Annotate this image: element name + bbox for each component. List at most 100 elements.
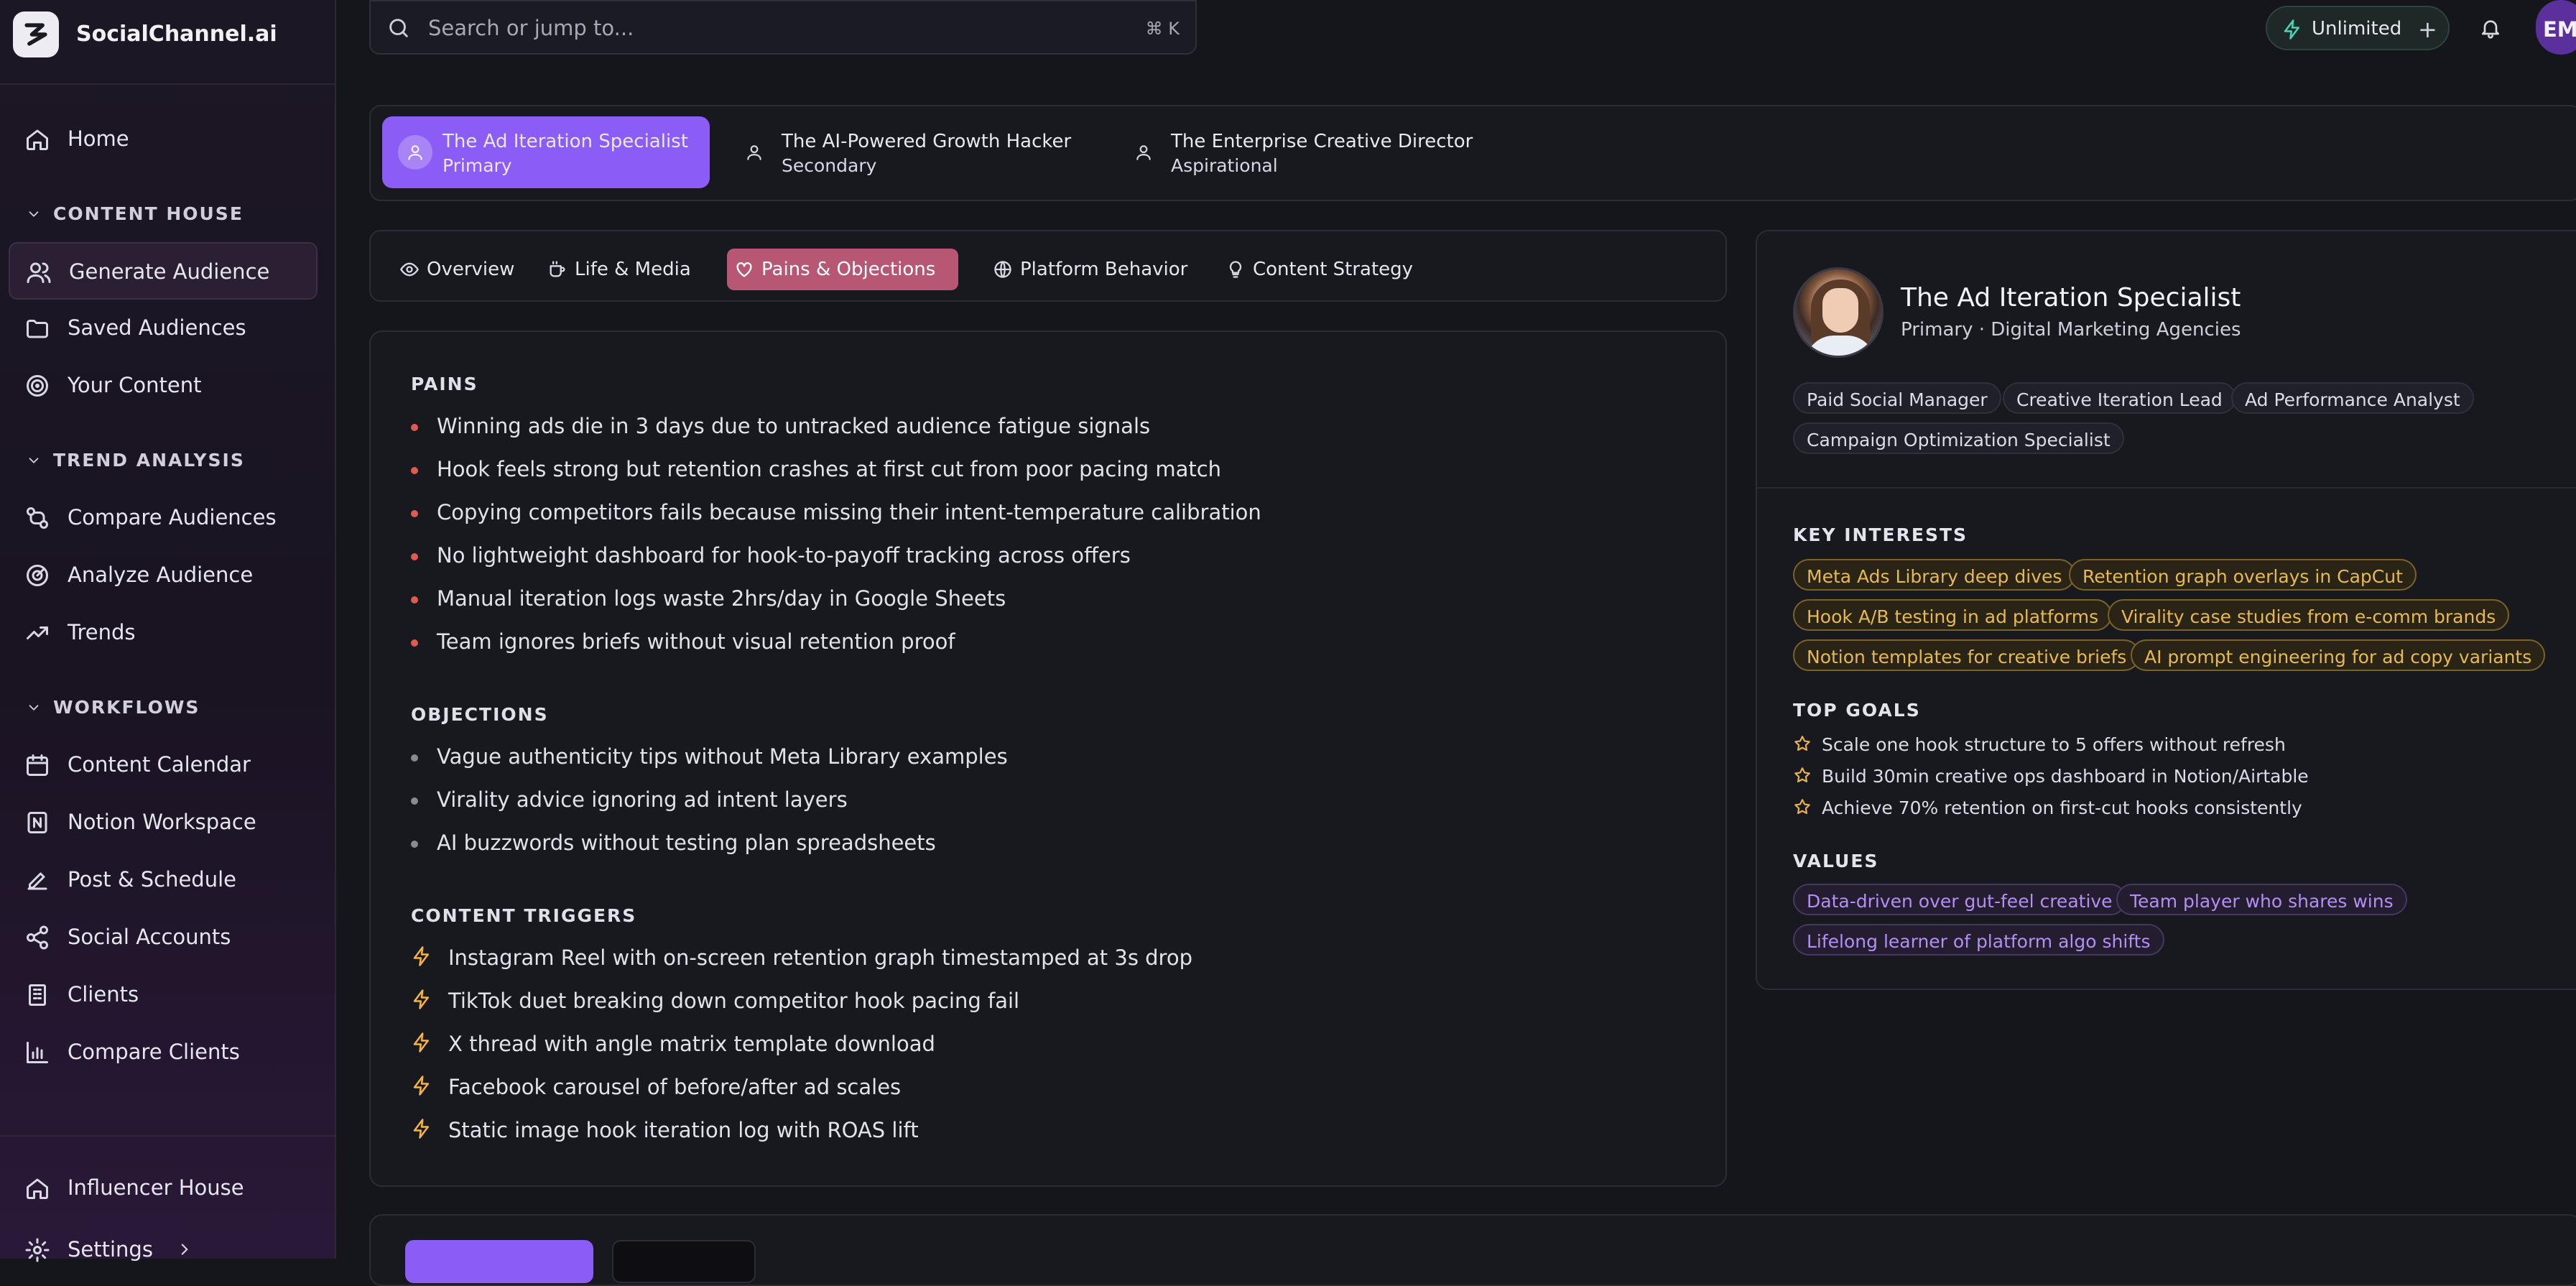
nav-home[interactable]: Home bbox=[9, 111, 318, 168]
interests-heading: KEY INTERESTS bbox=[1793, 524, 1968, 545]
persona-subtitle: Primary · Digital Marketing Agencies bbox=[1901, 319, 2241, 341]
edit-icon bbox=[24, 867, 50, 893]
nav-label: Clients bbox=[68, 982, 139, 1007]
persona-tab-primary[interactable]: The Ad Iteration Specialist Primary bbox=[382, 116, 710, 188]
plus-icon: + bbox=[2418, 16, 2437, 43]
persona-subtitle: Aspirational bbox=[1171, 155, 1278, 176]
nav-trends[interactable]: Trends bbox=[9, 604, 318, 662]
calendar-icon bbox=[24, 752, 50, 778]
nav-social-accounts[interactable]: Social Accounts bbox=[9, 909, 318, 966]
nav-label: Analyze Audience bbox=[68, 563, 254, 587]
value-chip: Team player who shares wins bbox=[2116, 884, 2407, 915]
role-chip: Ad Performance Analyst bbox=[2231, 382, 2474, 414]
radar-icon bbox=[24, 563, 50, 588]
plan-button[interactable]: Unlimited + bbox=[2266, 6, 2450, 50]
heart-icon bbox=[734, 259, 754, 279]
tab-content-strategy[interactable]: Content Strategy bbox=[1218, 249, 1419, 290]
pain-text: Team ignores briefs without visual reten… bbox=[437, 629, 955, 654]
primary-action-button[interactable] bbox=[405, 1240, 593, 1283]
eye-icon bbox=[399, 259, 420, 279]
nav-clients[interactable]: Clients bbox=[9, 966, 318, 1024]
tab-label: Pains & Objections bbox=[761, 259, 936, 280]
objection-text: Virality advice ignoring ad intent layer… bbox=[437, 787, 848, 812]
chevron-right-icon bbox=[175, 1240, 194, 1259]
brand-name: SocialChannel.ai bbox=[76, 22, 277, 47]
secondary-action-button[interactable] bbox=[612, 1240, 756, 1283]
persona-title: The AI-Powered Growth Hacker bbox=[782, 131, 1072, 152]
goal-text: Scale one hook structure to 5 offers wit… bbox=[1822, 734, 2286, 755]
section-title: WORKFLOWS bbox=[53, 697, 200, 718]
tab-label: Life & Media bbox=[575, 259, 691, 280]
bullet-dot bbox=[411, 467, 418, 474]
photo-face bbox=[1822, 288, 1858, 333]
search-shortcut: ⌘ K bbox=[1145, 19, 1180, 39]
notification-bell-icon[interactable] bbox=[2468, 9, 2513, 47]
nav-influencer-house[interactable]: Influencer House bbox=[9, 1160, 318, 1217]
lightning-icon bbox=[2281, 19, 2303, 40]
bar-chart-icon bbox=[24, 1040, 50, 1065]
objections-heading: OBJECTIONS bbox=[411, 704, 549, 725]
nav-saved-audiences[interactable]: Saved Audiences bbox=[9, 300, 318, 357]
nav-compare-audiences[interactable]: Compare Audiences bbox=[9, 489, 318, 547]
nav-compare-clients[interactable]: Compare Clients bbox=[9, 1024, 318, 1081]
nav-settings[interactable]: Settings bbox=[9, 1221, 318, 1279]
search-input[interactable]: Search or jump to... bbox=[428, 16, 634, 40]
nav-label: Your Content bbox=[68, 373, 202, 397]
triggers-heading: CONTENT TRIGGERS bbox=[411, 905, 637, 926]
lightning-icon bbox=[411, 945, 432, 967]
tab-label: Platform Behavior bbox=[1020, 259, 1188, 280]
nav-post-schedule[interactable]: Post & Schedule bbox=[9, 851, 318, 909]
nav-generate-audience[interactable]: Generate Audience bbox=[9, 242, 318, 300]
user-icon bbox=[398, 135, 432, 170]
goals-heading: TOP GOALS bbox=[1793, 700, 1921, 721]
value-chip: Data-driven over gut-feel creative bbox=[1793, 884, 2126, 915]
nav-label: Generate Audience bbox=[69, 259, 270, 284]
nav-notion-workspace[interactable]: Notion Workspace bbox=[9, 794, 318, 851]
tab-platform-behavior[interactable]: Platform Behavior bbox=[986, 249, 1201, 290]
persona-name: The Ad Iteration Specialist bbox=[1901, 283, 2241, 313]
tab-pains-objections[interactable]: Pains & Objections bbox=[727, 249, 958, 290]
bullet-dot bbox=[411, 596, 418, 603]
persona-title: The Enterprise Creative Director bbox=[1171, 131, 1473, 152]
objection-text: Vague authenticity tips without Meta Lib… bbox=[437, 744, 1008, 769]
lightbulb-icon bbox=[1226, 259, 1246, 279]
persona-tab-aspirational[interactable]: The Enterprise Creative Director Aspirat… bbox=[1111, 116, 1513, 188]
pain-text: Manual iteration logs waste 2hrs/day in … bbox=[437, 586, 1006, 611]
globe-icon bbox=[993, 259, 1013, 279]
target-icon bbox=[24, 373, 50, 399]
brand-header[interactable]: SocialChannel.ai bbox=[0, 0, 335, 85]
persona-tab-secondary[interactable]: The AI-Powered Growth Hacker Secondary bbox=[721, 116, 1095, 188]
share-icon bbox=[24, 925, 50, 950]
tab-overview[interactable]: Overview bbox=[392, 249, 522, 290]
bullet-dot bbox=[411, 841, 418, 848]
nav-label: Notion Workspace bbox=[68, 810, 256, 834]
nav-analyze-audience[interactable]: Analyze Audience bbox=[9, 547, 318, 604]
nav-your-content[interactable]: Your Content bbox=[9, 357, 318, 415]
section-tabs: Overview Life & Media Pains & Objections… bbox=[369, 230, 1727, 302]
persona-title: The Ad Iteration Specialist bbox=[443, 131, 688, 152]
persona-subtitle: Secondary bbox=[782, 155, 877, 176]
bullet-dot bbox=[411, 754, 418, 762]
trigger-text: TikTok duet breaking down competitor hoo… bbox=[448, 989, 1020, 1013]
home-icon bbox=[24, 1175, 50, 1201]
trending-up-icon bbox=[24, 620, 50, 646]
compare-icon bbox=[24, 505, 50, 531]
lightning-icon bbox=[411, 1118, 432, 1139]
persona-tabs: The Ad Iteration Specialist Primary The … bbox=[369, 105, 2576, 201]
search-bar[interactable]: Search or jump to... ⌘ K bbox=[369, 0, 1197, 55]
pain-text: Winning ads die in 3 days due to untrack… bbox=[437, 414, 1151, 438]
nav-content-calendar[interactable]: Content Calendar bbox=[9, 736, 318, 794]
pain-text: Copying competitors fails because missin… bbox=[437, 500, 1261, 524]
value-chip: Lifelong learner of platform algo shifts bbox=[1793, 924, 2164, 956]
users-icon bbox=[26, 259, 52, 285]
interest-chip: Retention graph overlays in CapCut bbox=[2069, 559, 2417, 591]
nav-label: Trends bbox=[68, 620, 136, 644]
user-avatar[interactable]: EM bbox=[2536, 0, 2576, 55]
tab-life-media[interactable]: Life & Media bbox=[540, 249, 698, 290]
nav-label: Post & Schedule bbox=[68, 867, 236, 892]
star-icon bbox=[1793, 766, 1812, 785]
user-icon bbox=[737, 135, 772, 170]
role-chip: Paid Social Manager bbox=[1793, 382, 2001, 414]
values-heading: VALUES bbox=[1793, 851, 1879, 871]
role-chip: Campaign Optimization Specialist bbox=[1793, 422, 2124, 454]
